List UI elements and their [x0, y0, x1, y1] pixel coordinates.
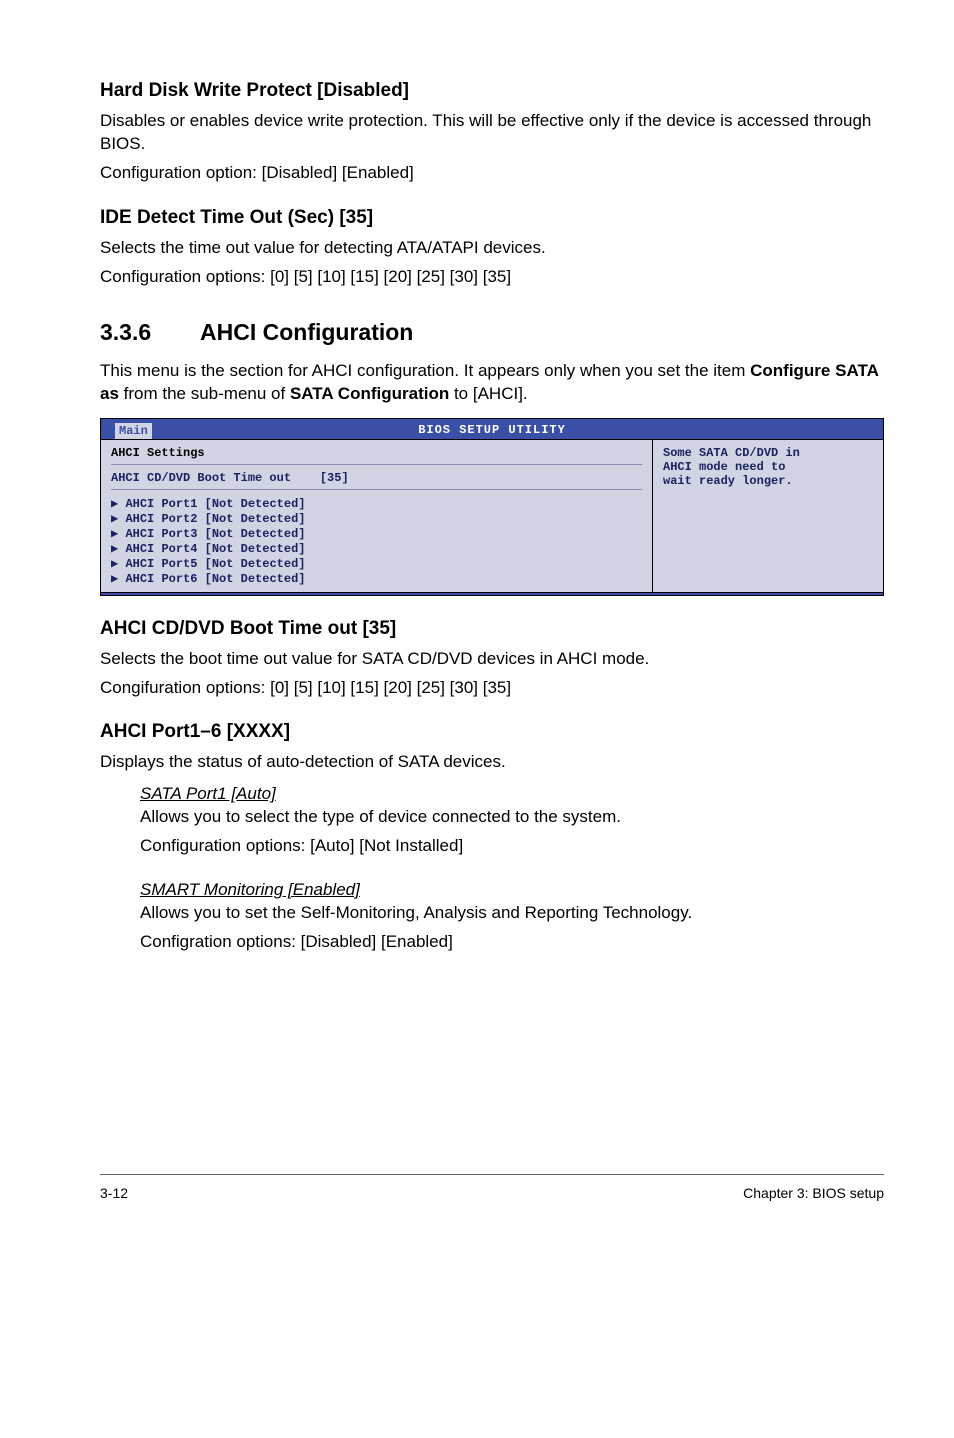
- ahci-config-section-title: 3.3.6AHCI Configuration: [100, 319, 884, 346]
- chapter-label: Chapter 3: BIOS setup: [743, 1185, 884, 1201]
- bios-port-row: AHCI Port5 [Not Detected]: [111, 556, 642, 571]
- bios-help-line: AHCI mode need to: [663, 460, 873, 474]
- ide-detect-timeout-heading: IDE Detect Time Out (Sec) [35]: [100, 207, 884, 229]
- bios-port-row: AHCI Port6 [Not Detected]: [111, 571, 642, 586]
- divider: [111, 464, 642, 465]
- ahci-boot-timeout-opts: Congifuration options: [0] [5] [10] [15]…: [100, 677, 884, 700]
- bios-opt-label: AHCI CD/DVD Boot Time out: [111, 471, 291, 485]
- page-footer: 3-12 Chapter 3: BIOS setup: [100, 1174, 884, 1201]
- ahci-ports-desc: Displays the status of auto-detection of…: [100, 751, 884, 774]
- ahci-config-desc: This menu is the section for AHCI config…: [100, 360, 884, 406]
- ahci-ports-heading: AHCI Port1–6 [XXXX]: [100, 721, 884, 743]
- bios-tab-main: Main: [115, 423, 152, 439]
- text-fragment: from the sub-menu of: [119, 384, 290, 403]
- hard-disk-write-protect-opts: Configuration option: [Disabled] [Enable…: [100, 162, 884, 185]
- page-number: 3-12: [100, 1185, 128, 1201]
- bios-left-panel: AHCI Settings AHCI CD/DVD Boot Time out …: [101, 440, 653, 592]
- ide-detect-timeout-opts: Configuration options: [0] [5] [10] [15]…: [100, 266, 884, 289]
- section-text: AHCI Configuration: [200, 319, 413, 345]
- bios-help-panel: Some SATA CD/DVD in AHCI mode need to wa…: [653, 440, 883, 592]
- bios-setup-screenshot: BIOS SETUP UTILITY Main AHCI Settings AH…: [100, 418, 884, 596]
- ide-detect-timeout-desc: Selects the time out value for detecting…: [100, 237, 884, 260]
- bios-boot-timeout-row: AHCI CD/DVD Boot Time out [35]: [111, 471, 642, 485]
- section-number: 3.3.6: [100, 319, 200, 346]
- bios-port-row: AHCI Port1 [Not Detected]: [111, 496, 642, 511]
- divider: [111, 489, 642, 490]
- hard-disk-write-protect-desc: Disables or enables device write protect…: [100, 110, 884, 156]
- text-bold: SATA Configuration: [290, 384, 449, 403]
- bios-port-list: AHCI Port1 [Not Detected] AHCI Port2 [No…: [111, 496, 642, 586]
- bios-opt-value: [35]: [320, 471, 349, 485]
- bios-port-row: AHCI Port4 [Not Detected]: [111, 541, 642, 556]
- ahci-boot-timeout-desc: Selects the boot time out value for SATA…: [100, 648, 884, 671]
- hard-disk-write-protect-heading: Hard Disk Write Protect [Disabled]: [100, 80, 884, 102]
- sata-port1-desc: Allows you to select the type of device …: [140, 806, 884, 829]
- bios-title: BIOS SETUP UTILITY: [418, 423, 566, 437]
- bios-bottom-border: [101, 592, 883, 595]
- text-fragment: to [AHCI].: [449, 384, 527, 403]
- bios-ahci-settings-label: AHCI Settings: [111, 446, 642, 460]
- smart-monitoring-desc: Allows you to set the Self-Monitoring, A…: [140, 902, 884, 925]
- bios-titlebar: BIOS SETUP UTILITY Main: [101, 419, 883, 439]
- bios-help-line: Some SATA CD/DVD in: [663, 446, 873, 460]
- sata-port1-opts: Configuration options: [Auto] [Not Insta…: [140, 835, 884, 858]
- sata-port1-sub-heading: SATA Port1 [Auto]: [140, 784, 884, 804]
- text-fragment: This menu is the section for AHCI config…: [100, 361, 750, 380]
- bios-port-row: AHCI Port2 [Not Detected]: [111, 511, 642, 526]
- bios-help-line: wait ready longer.: [663, 474, 873, 488]
- bios-port-row: AHCI Port3 [Not Detected]: [111, 526, 642, 541]
- smart-monitoring-opts: Configration options: [Disabled] [Enable…: [140, 931, 884, 954]
- smart-monitoring-sub-heading: SMART Monitoring [Enabled]: [140, 880, 884, 900]
- ahci-boot-timeout-heading: AHCI CD/DVD Boot Time out [35]: [100, 618, 884, 640]
